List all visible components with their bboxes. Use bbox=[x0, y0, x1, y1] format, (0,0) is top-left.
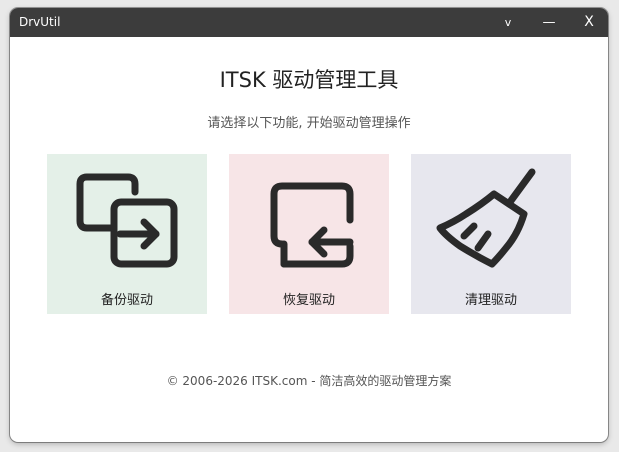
restore-drivers-label: 恢复驱动 bbox=[282, 293, 335, 308]
backup-drivers-card[interactable]: 备份驱动 bbox=[47, 154, 207, 314]
footer-copyright: © 2006-2026 ITSK.com - 简洁高效的驱动管理方案 bbox=[166, 374, 452, 388]
menu-dropdown-button[interactable]: v bbox=[490, 8, 526, 37]
page-subtitle: 请选择以下功能, 开始驱动管理操作 bbox=[207, 116, 411, 131]
restore-import-icon bbox=[270, 182, 354, 268]
minimize-button[interactable]: — bbox=[531, 8, 567, 37]
backup-export-icon bbox=[76, 173, 178, 268]
clean-drivers-label: 清理驱动 bbox=[464, 293, 517, 308]
title-bar[interactable]: DrvUtil v — X bbox=[10, 8, 608, 37]
app-window: DrvUtil v — X ITSK 驱动管理工具 请选择以下功能, 开始驱动管… bbox=[10, 8, 608, 442]
app-title: DrvUtil bbox=[19, 15, 61, 29]
broom-icon bbox=[436, 168, 536, 268]
page-title: ITSK 驱动管理工具 bbox=[219, 68, 399, 92]
restore-drivers-card[interactable]: 恢复驱动 bbox=[229, 154, 389, 314]
close-button[interactable]: X bbox=[571, 8, 607, 37]
clean-drivers-card[interactable]: 清理驱动 bbox=[411, 154, 571, 314]
backup-drivers-label: 备份驱动 bbox=[100, 293, 153, 308]
